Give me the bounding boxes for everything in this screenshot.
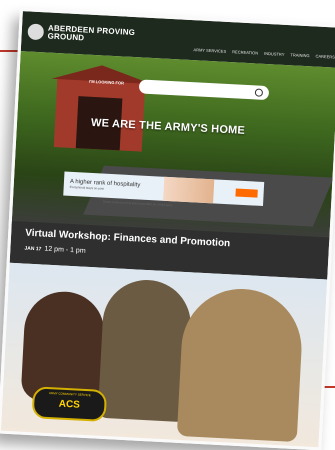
nav-item-careers[interactable]: CAREERS — [315, 54, 335, 60]
search-input[interactable] — [138, 79, 270, 101]
child-figure — [20, 289, 107, 404]
workshop-date: JAN 17 — [24, 245, 42, 253]
ad-book-button[interactable] — [235, 188, 258, 198]
site-logo[interactable] — [27, 23, 45, 41]
main-nav: ARMY SERVICES RECREATION INDUSTRY TRAINI… — [193, 47, 335, 59]
nav-item-industry[interactable]: INDUSTRY — [264, 51, 285, 57]
acs-badge-top: ARMY COMMUNITY SERVICE — [48, 391, 91, 398]
hero-banner: I'M LOOKING FOR WE ARE THE ARMY'S HOME — [11, 51, 335, 243]
sailor-figure — [176, 285, 305, 443]
covered-bridge-image — [51, 62, 153, 152]
nav-item-army-services[interactable]: ARMY SERVICES — [193, 47, 226, 54]
search-icon[interactable] — [254, 88, 264, 97]
acs-badge: ARMY COMMUNITY SERVICE ACS — [31, 386, 108, 423]
workshop-time: 12 pm - 1 pm — [44, 245, 86, 255]
acs-badge-label: ACS — [58, 398, 81, 411]
site-title: ABERDEEN PROVING GROUND — [47, 23, 135, 45]
tablet-screen: ABERDEEN PROVING GROUND ARMY SERVICES RE… — [0, 8, 335, 450]
nav-item-training[interactable]: TRAINING — [290, 52, 309, 58]
ad-photo — [163, 176, 215, 204]
nav-item-recreation[interactable]: RECREATION — [232, 49, 258, 55]
workshop-photo: ARMY COMMUNITY SERVICE ACS — [0, 262, 328, 450]
ad-text: A higher rank of hospitality Exceptional… — [64, 179, 141, 193]
